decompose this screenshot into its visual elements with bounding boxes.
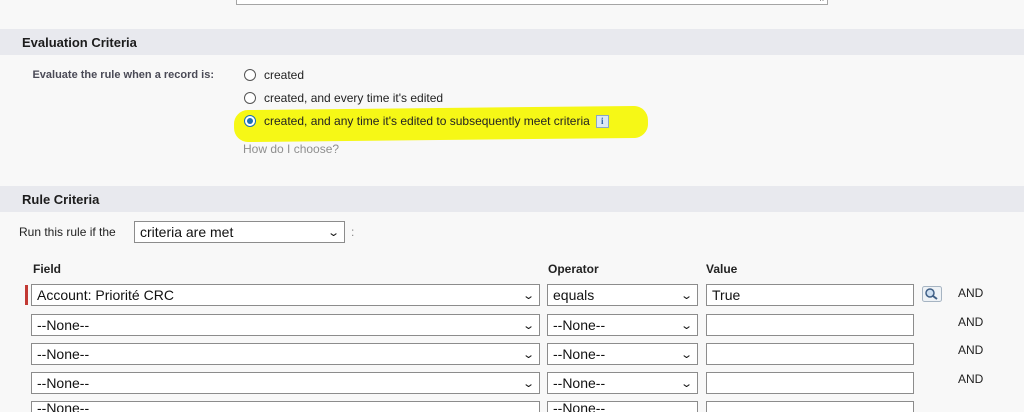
chevron-down-icon: ⌄: [679, 290, 693, 302]
chevron-down-icon: ⌄: [521, 290, 535, 302]
run-rule-label: Run this rule if the: [19, 225, 116, 239]
radio-option-created-every-edit[interactable]: created, and every time it's edited: [244, 89, 443, 107]
operator-select-value: --None--: [553, 346, 606, 362]
chevron-down-icon: ⌄: [679, 349, 693, 361]
field-select[interactable]: Account: Priorité CRC ⌄: [31, 284, 540, 306]
section-title: Evaluation Criteria: [22, 35, 137, 50]
how-do-i-choose-link[interactable]: How do I choose?: [243, 142, 339, 156]
required-indicator: [25, 285, 28, 305]
operator-select-value: --None--: [553, 401, 606, 412]
value-input[interactable]: [706, 372, 914, 394]
info-icon[interactable]: i: [595, 114, 609, 128]
value-input[interactable]: [706, 314, 914, 336]
operator-select-value: --None--: [553, 317, 606, 333]
radio-option-created-subsequently-meet[interactable]: created, and any time it's edited to sub…: [244, 112, 609, 130]
operator-select[interactable]: --None-- ⌄: [547, 343, 698, 365]
value-input[interactable]: True: [706, 284, 914, 306]
rule-criteria-header: Rule Criteria: [0, 186, 1024, 212]
value-column-header: Value: [706, 262, 738, 276]
chevron-down-icon: ⌄: [521, 349, 535, 361]
field-select-value: --None--: [37, 401, 90, 412]
radio-label: created: [264, 68, 305, 82]
and-label: AND: [958, 315, 984, 329]
operator-select[interactable]: --None-- ⌄: [547, 372, 698, 394]
value-input-text: True: [712, 287, 741, 303]
field-column-header: Field: [33, 262, 62, 276]
criteria-select-value: criteria are met: [140, 224, 234, 240]
operator-select-value: equals: [553, 287, 595, 303]
criteria-select[interactable]: criteria are met ⌄: [134, 221, 345, 243]
operator-select[interactable]: equals ⌄: [547, 284, 698, 306]
evaluation-criteria-header: Evaluation Criteria: [0, 29, 1024, 55]
field-select[interactable]: --None-- ⌄: [31, 372, 540, 394]
value-input[interactable]: [706, 401, 914, 412]
chevron-down-icon: ⌄: [679, 320, 693, 332]
and-label: AND: [958, 372, 984, 386]
radio-label: created, and every time it's edited: [264, 91, 444, 105]
resize-grip-icon[interactable]: //: [820, 0, 825, 3]
chevron-down-icon: ⌄: [521, 320, 535, 332]
description-textarea[interactable]: //: [236, 0, 828, 5]
chevron-down-icon: ⌄: [521, 378, 535, 390]
chevron-down-icon: ⌄: [679, 378, 693, 390]
and-label: AND: [958, 343, 984, 357]
field-select[interactable]: --None-- ⌄: [31, 314, 540, 336]
section-title: Rule Criteria: [22, 192, 100, 207]
radio-button[interactable]: [244, 69, 256, 81]
field-select-value: --None--: [37, 375, 90, 391]
operator-select[interactable]: --None--: [547, 401, 698, 412]
field-select-value: Account: Priorité CRC: [37, 287, 174, 303]
operator-select-value: --None--: [553, 375, 606, 391]
operator-select[interactable]: --None-- ⌄: [547, 314, 698, 336]
chevron-down-icon: ⌄: [326, 227, 340, 239]
colon: :: [351, 225, 355, 239]
field-select-value: --None--: [37, 346, 90, 362]
lookup-icon[interactable]: [922, 286, 942, 302]
radio-button[interactable]: [244, 92, 256, 104]
evaluate-rule-label: Evaluate the rule when a record is:: [32, 69, 214, 81]
radio-option-created[interactable]: created: [244, 66, 304, 84]
value-input[interactable]: [706, 343, 914, 365]
field-select[interactable]: --None-- ⌄: [31, 343, 540, 365]
radio-label: created, and any time it's edited to sub…: [264, 114, 590, 128]
and-label: AND: [958, 286, 984, 300]
radio-button-selected[interactable]: [244, 115, 256, 127]
field-select[interactable]: --None--: [31, 401, 540, 412]
field-select-value: --None--: [37, 317, 90, 333]
operator-column-header: Operator: [548, 262, 599, 276]
